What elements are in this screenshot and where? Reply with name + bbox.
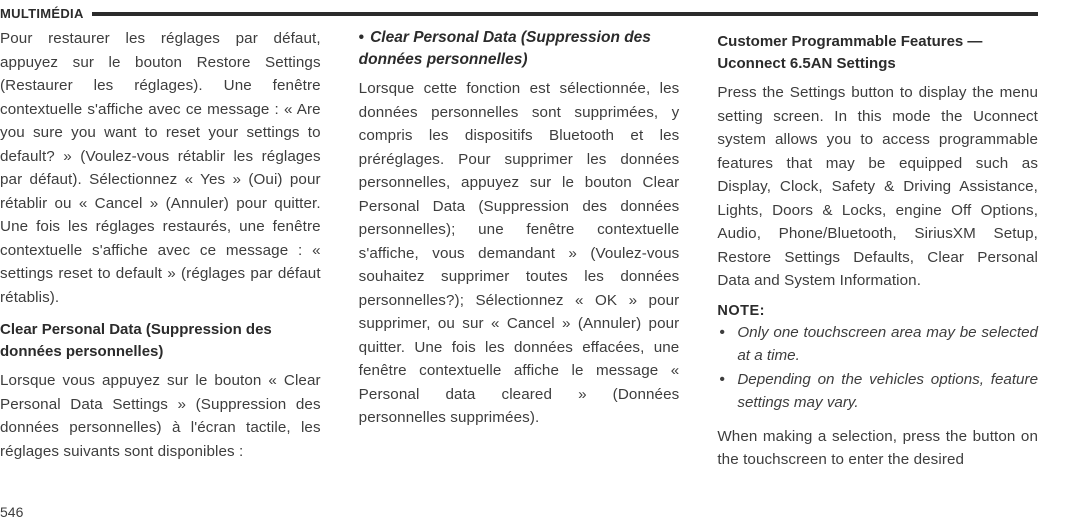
page-container: MULTIMÉDIA Pour restaurer les réglages p…: [0, 0, 1068, 526]
column-3: Customer Programmable Features — Uconnec…: [717, 27, 1038, 482]
bullet-heading: •Clear Personal Data (Suppression des do…: [359, 27, 680, 71]
note-item: Only one touchscreen area may be selecte…: [717, 321, 1038, 368]
bullet-dot-icon: •: [359, 29, 370, 46]
body-paragraph: Press the Settings button to display the…: [717, 81, 1038, 293]
column-1: Pour restaurer les réglages par défaut, …: [0, 27, 321, 482]
body-paragraph: Pour restaurer les réglages par défaut, …: [0, 27, 321, 309]
bullet-heading-text: Clear Personal Data (Suppression des don…: [359, 29, 651, 68]
body-paragraph: When making a selection, press the butto…: [717, 425, 1038, 472]
section-title: MULTIMÉDIA: [0, 6, 92, 21]
text-columns: Pour restaurer les réglages par défaut, …: [0, 27, 1038, 482]
column-2: •Clear Personal Data (Suppression des do…: [359, 27, 680, 482]
header-rule: [92, 12, 1038, 16]
page-number: 546: [0, 504, 23, 520]
note-list: Only one touchscreen area may be selecte…: [717, 321, 1038, 415]
section-header: MULTIMÉDIA: [0, 6, 1038, 21]
note-item: Depending on the vehicles options, featu…: [717, 368, 1038, 415]
subheading-clear-personal-data: Clear Personal Data (Suppression des don…: [0, 319, 321, 363]
subheading-customer-features: Customer Programmable Features — Uconnec…: [717, 31, 1038, 75]
body-paragraph: Lorsque vous appuyez sur le bouton « Cle…: [0, 369, 321, 463]
note-label: NOTE:: [717, 303, 1038, 319]
body-paragraph: Lorsque cette fonction est sélectionnée,…: [359, 77, 680, 430]
